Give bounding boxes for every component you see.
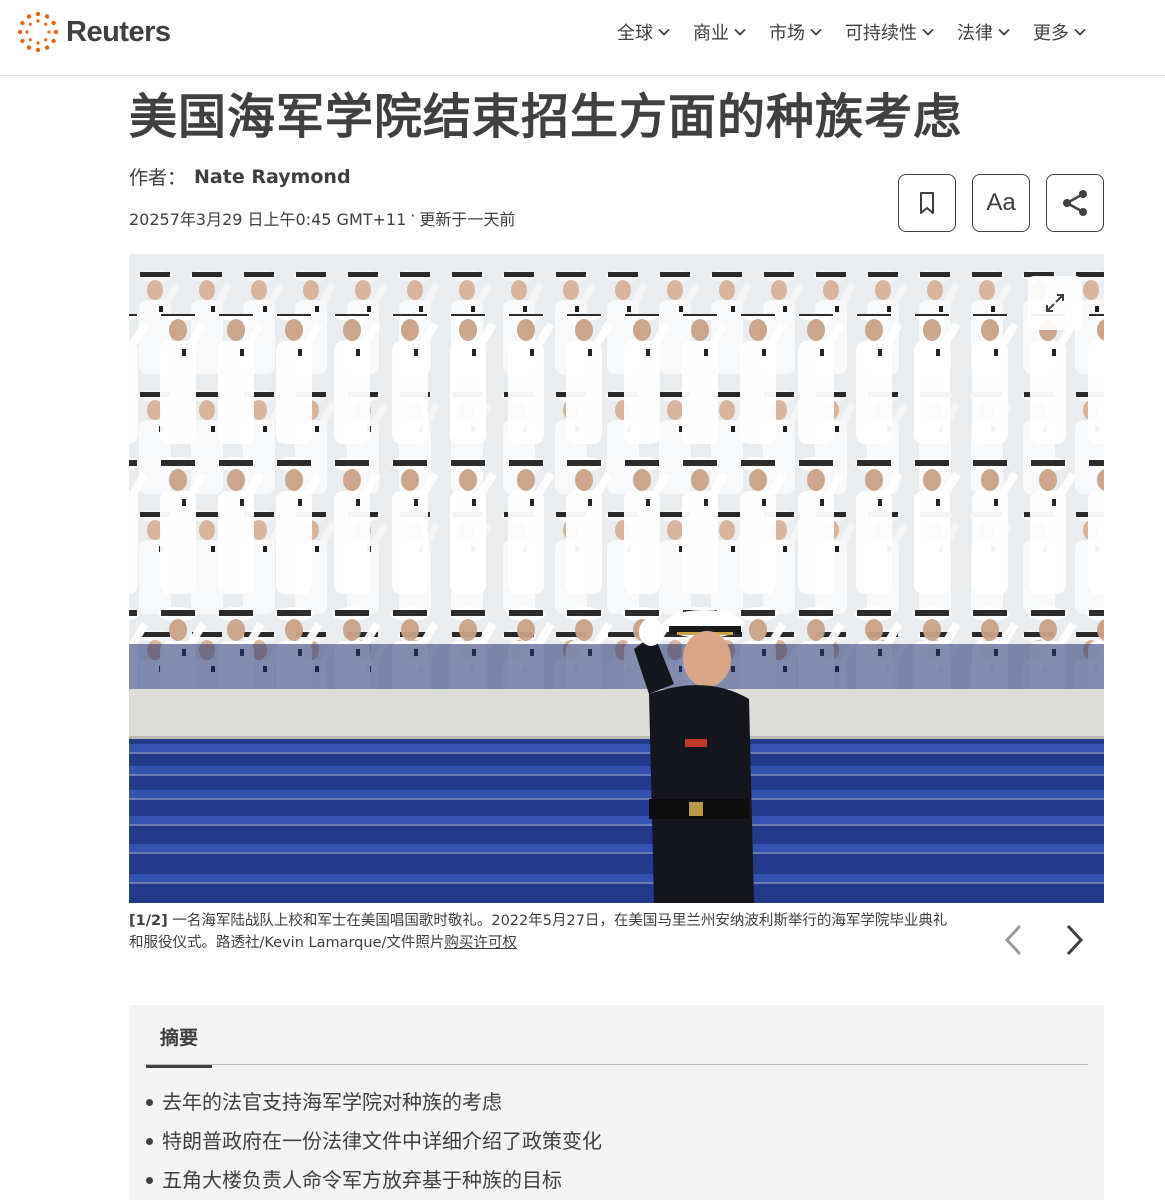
- expand-photo-button[interactable]: [1028, 276, 1082, 330]
- chevron-down-icon: [734, 28, 746, 36]
- bullet-icon: [146, 1177, 153, 1184]
- summary-tab[interactable]: 摘要: [146, 1023, 212, 1068]
- logo-text: Reuters: [66, 15, 171, 48]
- license-link[interactable]: 购买许可权: [444, 935, 517, 951]
- share-icon: [1063, 190, 1087, 216]
- font-size-button[interactable]: Aa: [972, 174, 1030, 232]
- dateline: 20257年3月29 日上午0:45 GMT+11 · 更新于一天前: [129, 206, 515, 230]
- byline: 作者： Nate Raymond: [129, 163, 351, 190]
- photo-caption: [1/2] 一名海军陆战队上校和军士在美国唱国歌时敬礼。2022年5月27日，在…: [129, 910, 959, 954]
- reuters-logo[interactable]: Reuters: [16, 10, 171, 54]
- nav-label: 更多: [1033, 23, 1069, 44]
- nav-item-global[interactable]: 全球: [617, 20, 671, 44]
- bookmark-button[interactable]: [898, 174, 956, 232]
- caption-index: [1/2]: [129, 913, 168, 929]
- summary-item: 去年的法官支持海军学院对种族的考虑: [146, 1083, 602, 1122]
- nav-label: 可持续性: [845, 23, 917, 44]
- article-tools: Aa: [898, 174, 1104, 232]
- nav-item-markets[interactable]: 市场: [769, 20, 823, 44]
- nav-label: 法律: [957, 23, 993, 44]
- author-link[interactable]: Nate Raymond: [194, 166, 351, 188]
- chevron-down-icon: [922, 28, 934, 36]
- summary-item-text: 特朗普政府在一份法律文件中详细介绍了政策变化: [162, 1129, 602, 1153]
- chevron-down-icon: [1074, 28, 1086, 36]
- publish-date: 20257年3月29 日上午0:45 GMT+11: [129, 210, 407, 229]
- chevron-down-icon: [810, 28, 822, 36]
- chevron-down-icon: [658, 28, 670, 36]
- chevron-left-icon: [1004, 924, 1022, 956]
- summary-item-text: 去年的法官支持海军学院对种族的考虑: [162, 1090, 502, 1114]
- date-separator: ·: [410, 206, 416, 225]
- font-size-label: Aa: [986, 189, 1016, 216]
- reuters-logo-icon: [17, 11, 59, 53]
- bullet-icon: [146, 1099, 153, 1106]
- previous-photo-button[interactable]: [993, 920, 1033, 960]
- summary-item: 五角大楼负责人命令军方放弃基于种族的目标: [146, 1161, 602, 1200]
- next-photo-button[interactable]: [1055, 920, 1095, 960]
- photo-scene: [129, 254, 1104, 903]
- gallery-nav: [993, 920, 1095, 960]
- bookmark-icon: [920, 192, 934, 214]
- nav-item-legal[interactable]: 法律: [957, 20, 1011, 44]
- nav-item-more[interactable]: 更多: [1033, 20, 1087, 44]
- site-header: Reuters 全球 商业 市场 可持续性 法律 更多: [0, 0, 1165, 76]
- main-nav: 全球 商业 市场 可持续性 法律 更多: [617, 20, 1087, 44]
- updated-time: 更新于一天前: [419, 210, 516, 229]
- summary-divider: [146, 1064, 1088, 1065]
- summary-list: 去年的法官支持海军学院对种族的考虑 特朗普政府在一份法律文件中详细介绍了政策变化…: [146, 1083, 602, 1200]
- article-title: 美国海军学院结束招生方面的种族考虑: [129, 89, 963, 145]
- chevron-right-icon: [1066, 924, 1084, 956]
- chevron-down-icon: [998, 28, 1010, 36]
- byline-prefix: 作者：: [129, 167, 187, 189]
- share-button[interactable]: [1046, 174, 1104, 232]
- nav-label: 全球: [617, 23, 653, 44]
- caption-text: 一名海军陆战队上校和军士在美国唱国歌时敬礼。2022年5月27日，在美国马里兰州…: [129, 913, 948, 951]
- article-photo[interactable]: [129, 254, 1104, 903]
- summary-item: 特朗普政府在一份法律文件中详细介绍了政策变化: [146, 1122, 602, 1161]
- nav-label: 商业: [693, 23, 729, 44]
- bullet-icon: [146, 1138, 153, 1145]
- summary-item-text: 五角大楼负责人命令军方放弃基于种族的目标: [162, 1168, 562, 1192]
- expand-icon: [1046, 294, 1064, 312]
- nav-label: 市场: [769, 23, 805, 44]
- nav-item-sustainability[interactable]: 可持续性: [845, 20, 935, 44]
- nav-item-business[interactable]: 商业: [693, 20, 747, 44]
- summary-box: 摘要 去年的法官支持海军学院对种族的考虑 特朗普政府在一份法律文件中详细介绍了政…: [129, 1005, 1104, 1200]
